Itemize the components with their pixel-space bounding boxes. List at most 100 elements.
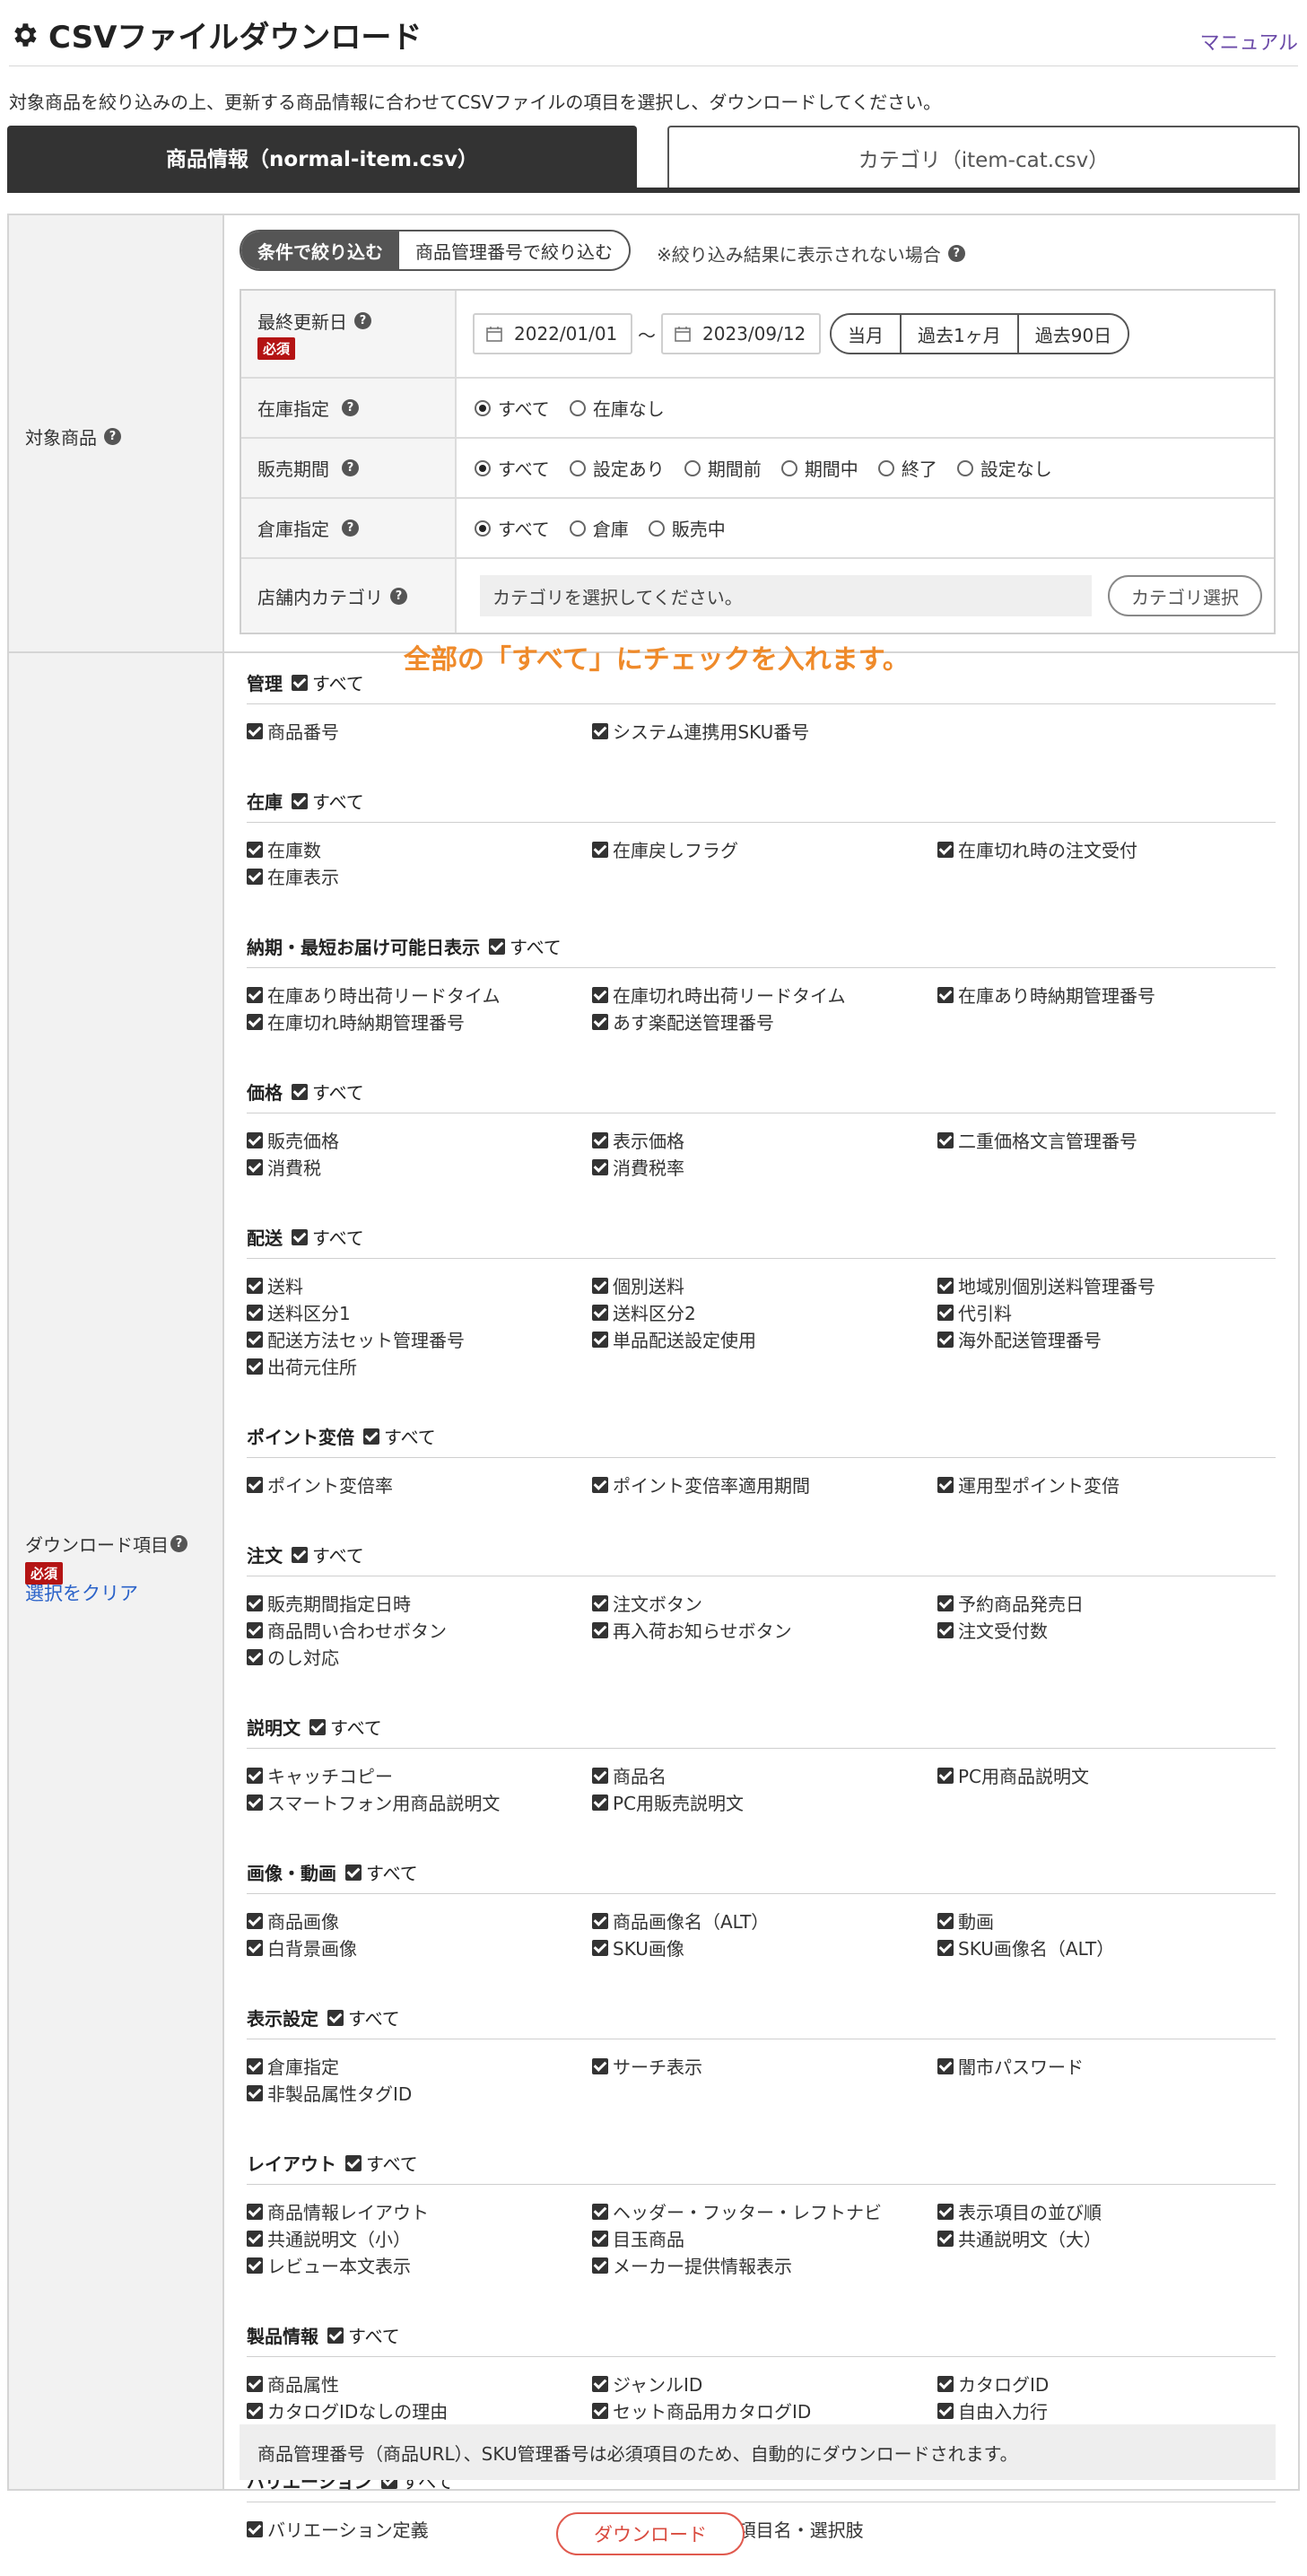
checkbox-checked[interactable]: [592, 1794, 608, 1811]
checkbox-checked[interactable]: [937, 2402, 954, 2419]
radio-checked[interactable]: [475, 520, 491, 537]
download-item-checkbox[interactable]: 販売価格: [247, 1127, 339, 1153]
download-item-checkbox[interactable]: PC用販売説明文: [592, 1789, 744, 1815]
download-item-checkbox[interactable]: 地域別個別送料管理番号: [937, 1272, 1155, 1298]
checkbox-checked[interactable]: [592, 1939, 608, 1956]
checkbox-checked[interactable]: [937, 1767, 954, 1784]
download-item-checkbox[interactable]: 送料: [247, 1272, 303, 1298]
download-item-checkbox[interactable]: 配送方法セット管理番号: [247, 1326, 465, 1352]
download-item-checkbox[interactable]: 自由入力行: [937, 2397, 1048, 2423]
download-item-checkbox[interactable]: のし対応: [247, 1644, 339, 1670]
clear-selection-link[interactable]: 選択をクリア: [25, 1579, 138, 1606]
checkbox-checked[interactable]: [345, 2154, 362, 2171]
checkbox-checked[interactable]: [247, 2375, 263, 2392]
checkbox-checked[interactable]: [592, 1131, 608, 1148]
checkbox-checked[interactable]: [592, 1476, 608, 1493]
download-item-checkbox[interactable]: 送料区分1: [247, 1299, 351, 1325]
download-item-checkbox[interactable]: ヘッダー・フッター・レフトナビ: [592, 2198, 882, 2224]
checkbox-checked[interactable]: [592, 2203, 608, 2220]
download-item-checkbox[interactable]: PC用商品説明文: [937, 1762, 1089, 1788]
checkbox-checked[interactable]: [247, 722, 263, 739]
manual-link[interactable]: マニュアル: [1200, 27, 1298, 56]
checkbox-checked[interactable]: [592, 1304, 608, 1321]
select-all-checkbox[interactable]: すべて: [292, 1224, 364, 1250]
checkbox-checked[interactable]: [592, 2257, 608, 2274]
checkbox-checked[interactable]: [247, 2203, 263, 2220]
select-all-checkbox[interactable]: すべて: [489, 933, 562, 959]
radio[interactable]: [569, 520, 586, 537]
radio[interactable]: [684, 459, 701, 476]
download-item-checkbox[interactable]: カタログID: [937, 2371, 1049, 2397]
download-item-checkbox[interactable]: システム連携用SKU番号: [592, 718, 809, 744]
checkbox-checked[interactable]: [247, 2230, 263, 2247]
checkbox-checked[interactable]: [247, 1767, 263, 1784]
download-item-checkbox[interactable]: 在庫切れ時の注文受付: [937, 836, 1137, 862]
checkbox-checked[interactable]: [592, 1912, 608, 1929]
checkbox-checked[interactable]: [247, 1939, 263, 1956]
checkbox-checked[interactable]: [327, 2327, 344, 2344]
download-item-checkbox[interactable]: 在庫数: [247, 836, 321, 862]
checkbox-checked[interactable]: [937, 2230, 954, 2247]
download-item-checkbox[interactable]: スマートフォン用商品説明文: [247, 1789, 500, 1815]
download-item-checkbox[interactable]: ジャンルID: [592, 2371, 702, 2397]
sales-period-option[interactable]: 期間中: [780, 455, 858, 481]
checkbox-checked[interactable]: [937, 1277, 954, 1294]
checkbox-checked[interactable]: [247, 2402, 263, 2419]
sales-period-option[interactable]: 設定あり: [569, 455, 665, 481]
range-this-month[interactable]: 当月: [832, 315, 902, 353]
checkbox-checked[interactable]: [937, 1304, 954, 1321]
checkbox-checked[interactable]: [247, 1277, 263, 1294]
checkbox-checked[interactable]: [592, 2402, 608, 2419]
download-item-checkbox[interactable]: カタログIDなしの理由: [247, 2397, 448, 2423]
select-all-checkbox[interactable]: すべて: [345, 1859, 418, 1885]
select-all-checkbox[interactable]: すべて: [363, 1423, 436, 1449]
checkbox-checked[interactable]: [592, 2375, 608, 2392]
radio[interactable]: [877, 459, 894, 476]
checkbox-checked[interactable]: [247, 2257, 263, 2274]
download-item-checkbox[interactable]: 予約商品発売日: [937, 1590, 1084, 1616]
download-item-checkbox[interactable]: 単品配送設定使用: [592, 1326, 756, 1352]
download-item-checkbox[interactable]: 表示価格: [592, 1127, 684, 1153]
select-all-checkbox[interactable]: すべて: [292, 669, 364, 695]
download-item-checkbox[interactable]: 再入荷お知らせボタン: [592, 1617, 792, 1643]
download-item-checkbox[interactable]: 商品属性: [247, 2371, 339, 2397]
select-all-checkbox[interactable]: すべて: [327, 2004, 400, 2030]
sales-period-option[interactable]: すべて: [475, 455, 550, 481]
checkbox-checked[interactable]: [247, 1621, 263, 1638]
warehouse-option[interactable]: 販売中: [648, 515, 726, 541]
checkbox-checked[interactable]: [292, 792, 308, 809]
download-item-checkbox[interactable]: ポイント変倍率適用期間: [592, 1471, 810, 1498]
sales-period-option[interactable]: 設定なし: [956, 455, 1052, 481]
checkbox-checked[interactable]: [937, 2057, 954, 2074]
help-icon[interactable]: ?: [947, 245, 965, 262]
date-to-input[interactable]: 2023/09/12: [661, 313, 821, 354]
checkbox-checked[interactable]: [937, 1331, 954, 1348]
checkbox-checked[interactable]: [592, 2057, 608, 2074]
checkbox-checked[interactable]: [937, 1912, 954, 1929]
checkbox-checked[interactable]: [363, 1428, 379, 1445]
help-icon[interactable]: ?: [342, 520, 359, 537]
radio-checked[interactable]: [475, 459, 491, 476]
checkbox-checked[interactable]: [247, 1013, 263, 1030]
checkbox-checked[interactable]: [247, 2057, 263, 2074]
checkbox-checked[interactable]: [937, 1594, 954, 1611]
category-select-button[interactable]: カテゴリ選択: [1108, 575, 1262, 616]
checkbox-checked[interactable]: [247, 1158, 263, 1175]
download-item-checkbox[interactable]: 二重価格文言管理番号: [937, 1127, 1137, 1153]
checkbox-checked[interactable]: [247, 1648, 263, 1665]
checkbox-checked[interactable]: [247, 2084, 263, 2101]
checkbox-checked[interactable]: [592, 1594, 608, 1611]
checkbox-checked[interactable]: [489, 938, 505, 955]
date-from-input[interactable]: 2022/01/01: [473, 313, 632, 354]
download-item-checkbox[interactable]: セット商品用カタログID: [592, 2397, 811, 2423]
checkbox-checked[interactable]: [937, 1131, 954, 1148]
checkbox-checked[interactable]: [592, 1277, 608, 1294]
download-item-checkbox[interactable]: 在庫あり時出荷リードタイム: [247, 982, 501, 1008]
download-item-checkbox[interactable]: SKU画像: [592, 1934, 684, 1960]
download-item-checkbox[interactable]: 商品情報レイアウト: [247, 2198, 429, 2224]
checkbox-checked[interactable]: [592, 2230, 608, 2247]
select-all-checkbox[interactable]: すべて: [345, 2150, 418, 2176]
checkbox-checked[interactable]: [592, 1013, 608, 1030]
download-item-checkbox[interactable]: バリエーション定義: [247, 2516, 429, 2542]
help-icon[interactable]: ?: [354, 312, 371, 329]
